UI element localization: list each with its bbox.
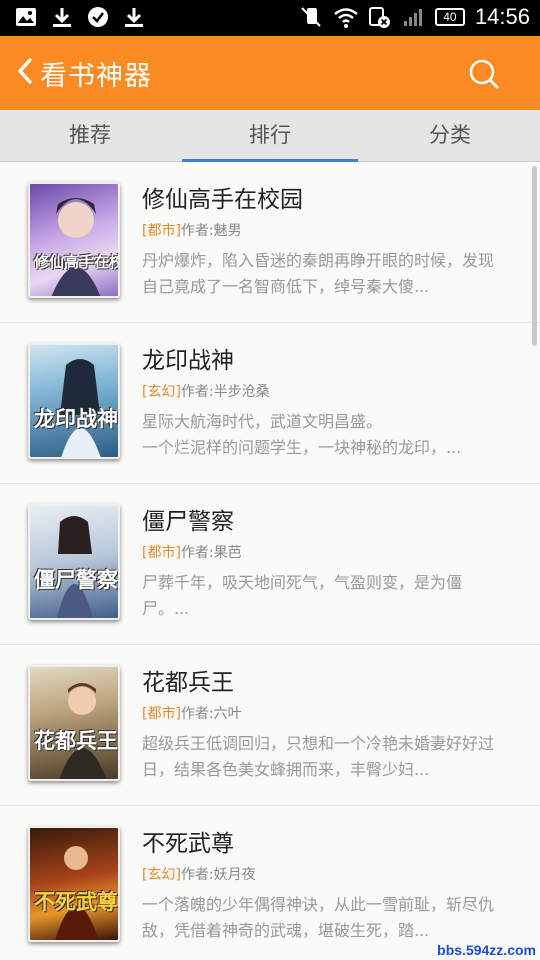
- book-list: 修仙高手在校园 修仙高手在校园 [都市]作者:魅男 丹炉爆炸，陷入昏迷的秦朗再睁…: [0, 162, 540, 960]
- genre-tag: [都市]: [142, 545, 181, 561]
- cover-title: 修仙高手在校园: [34, 253, 118, 271]
- book-meta: [都市]作者:六叶: [142, 703, 242, 723]
- mute-icon: [299, 5, 323, 29]
- list-item[interactable]: 龙印战神 龙印战神 [玄幻]作者:半步沧桑 星际大航海时代，武道文明昌盛。 一个…: [0, 323, 540, 484]
- search-icon: [468, 59, 500, 94]
- check-circle-icon: [86, 5, 110, 29]
- book-title: 不死武尊: [142, 831, 234, 857]
- tab-bar: 推荐 排行 分类: [0, 110, 540, 162]
- book-title: 花都兵王: [142, 670, 234, 696]
- status-left-icons: [14, 5, 146, 29]
- book-meta: [玄幻]作者:半步沧桑: [142, 381, 270, 401]
- page-title: 看书神器: [40, 61, 152, 92]
- book-description: 星际大航海时代，武道文明昌盛。 一个烂泥样的问题学生，一块神秘的龙印，...: [142, 412, 462, 457]
- book-meta: [都市]作者:魅男: [142, 220, 242, 240]
- image-icon: [14, 5, 38, 29]
- list-item[interactable]: 不死武尊 不死武尊 [玄幻]作者:妖月夜 一个落魄的少年偶得神诀，从此一雪前耻，…: [0, 806, 540, 960]
- cover-title: 花都兵王: [34, 728, 118, 753]
- book-meta: [玄幻]作者:妖月夜: [142, 864, 256, 884]
- book-author: 作者:六叶: [180, 706, 242, 722]
- book-description: 尸葬千年，吸天地间死气，气盈则变，是为僵尸。...: [142, 573, 463, 618]
- app-header: 看书神器: [0, 36, 540, 110]
- book-cover: 花都兵王: [28, 665, 120, 781]
- cover-title: 龙印战神: [34, 406, 118, 431]
- book-title: 僵尸警察: [142, 509, 234, 535]
- book-author: 作者:果芭: [180, 545, 242, 561]
- book-cover: 不死武尊: [28, 826, 120, 942]
- back-button[interactable]: [12, 56, 38, 90]
- book-title: 龙印战神: [142, 348, 234, 374]
- cover-title: 僵尸警察: [34, 567, 118, 592]
- list-item[interactable]: 修仙高手在校园 修仙高手在校园 [都市]作者:魅男 丹炉爆炸，陷入昏迷的秦朗再睁…: [0, 162, 540, 323]
- book-author: 作者:魅男: [180, 223, 242, 239]
- status-bar: 40 14:56: [0, 0, 540, 36]
- genre-tag: [都市]: [142, 706, 181, 722]
- search-button[interactable]: [468, 58, 500, 90]
- scrollbar[interactable]: [532, 166, 537, 346]
- tab-recommend[interactable]: 推荐: [0, 110, 180, 162]
- book-author: 作者:半步沧桑: [180, 384, 270, 400]
- book-description: 丹炉爆炸，陷入昏迷的秦朗再睁开眼的时候，发现自己竟成了一名智商低下，绰号秦大傻.…: [142, 251, 495, 296]
- battery-indicator: 40: [434, 8, 465, 26]
- book-description: 超级兵王低调回归，只想和一个冷艳未婚妻好好过日，结果各色美女蜂拥而来，丰臀少妇.…: [142, 734, 495, 779]
- genre-tag: [玄幻]: [142, 384, 181, 400]
- watermark: bbs.594zz.com: [437, 942, 536, 958]
- tab-ranking[interactable]: 排行: [180, 110, 360, 162]
- book-meta: [都市]作者:果芭: [142, 542, 242, 562]
- status-right-icons: 40 14:56: [299, 4, 530, 30]
- book-description: 一个落魄的少年偶得神诀，从此一雪前耻，斩尽仇敌，凭借着神奇的武魂，堪破生死，踏.…: [142, 895, 495, 940]
- chevron-left-icon: [17, 58, 33, 88]
- book-cover: 修仙高手在校园: [28, 182, 120, 298]
- book-cover: 僵尸警察: [28, 504, 120, 620]
- book-title: 修仙高手在校园: [142, 187, 303, 213]
- list-item[interactable]: 花都兵王 花都兵王 [都市]作者:六叶 超级兵王低调回归，只想和一个冷艳未婚妻好…: [0, 645, 540, 806]
- download-icon: [122, 5, 146, 29]
- book-cover: 龙印战神: [28, 343, 120, 459]
- list-item[interactable]: 僵尸警察 僵尸警察 [都市]作者:果芭 尸葬千年，吸天地间死气，气盈则变，是为僵…: [0, 484, 540, 645]
- genre-tag: [都市]: [142, 223, 181, 239]
- cover-title: 不死武尊: [34, 889, 118, 914]
- genre-tag: [玄幻]: [142, 867, 181, 883]
- book-author: 作者:妖月夜: [180, 867, 256, 883]
- status-time: 14:56: [474, 4, 530, 29]
- download-icon: [50, 5, 74, 29]
- signal-icon: [401, 5, 425, 29]
- sim-x-icon: [367, 5, 391, 29]
- tab-category[interactable]: 分类: [360, 110, 540, 162]
- wifi-icon: [333, 5, 358, 29]
